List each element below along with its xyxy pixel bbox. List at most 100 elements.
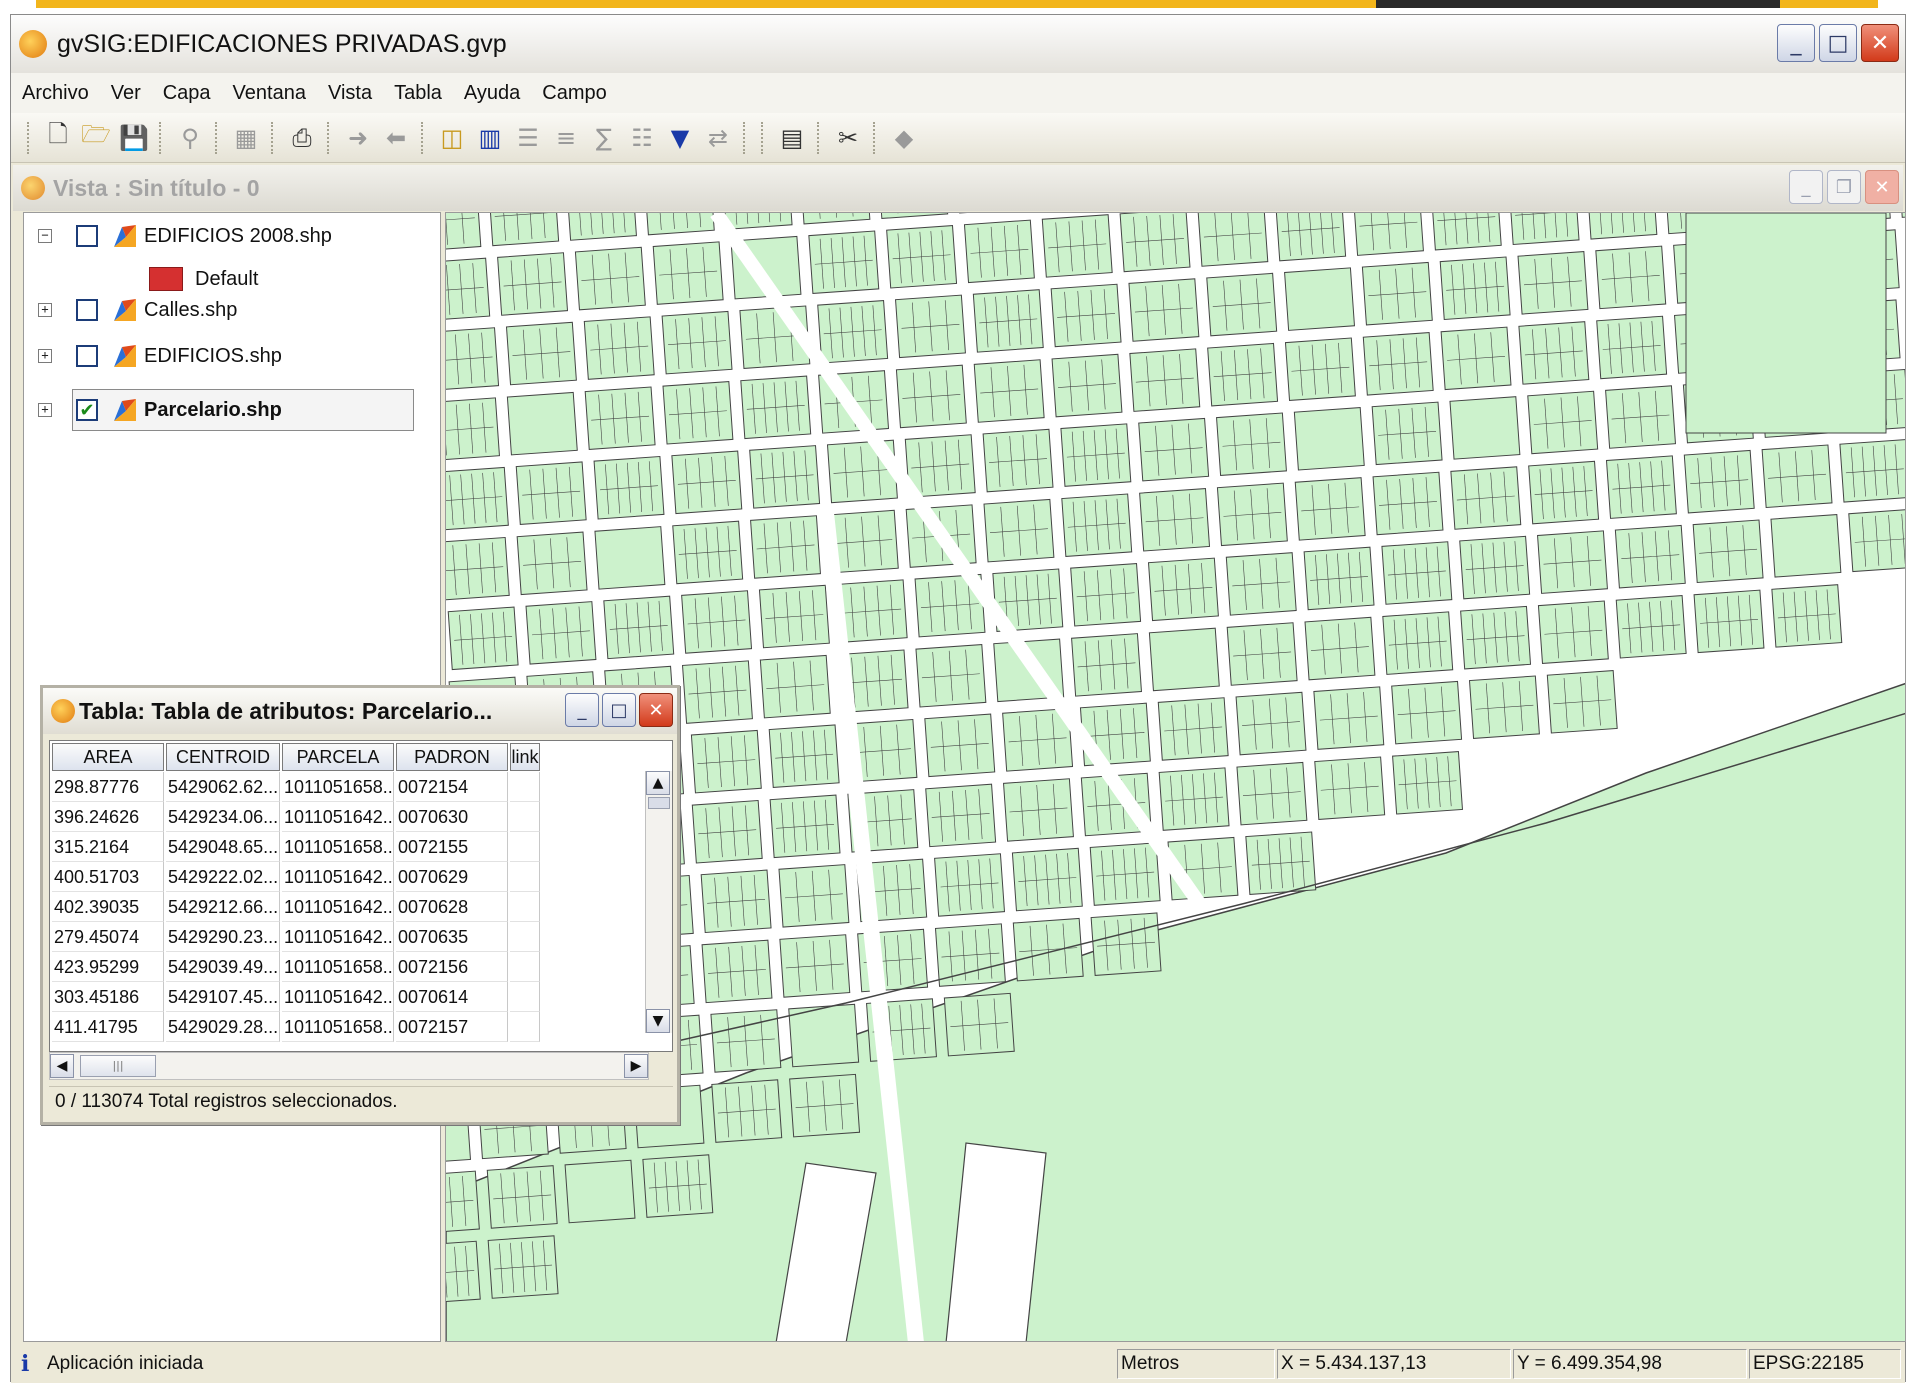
layer-checkbox-checked[interactable]: ✔ bbox=[76, 399, 98, 421]
table-icon[interactable]: ▦ bbox=[230, 121, 262, 155]
table-cell[interactable]: 5429212.66... bbox=[166, 892, 280, 922]
table-cell[interactable] bbox=[510, 772, 540, 802]
table-close-button[interactable]: ✕ bbox=[639, 693, 673, 727]
sum-icon[interactable]: ∑ bbox=[588, 121, 620, 155]
toc-layer-edificios-2008[interactable]: − EDIFICIOS 2008.shp bbox=[38, 223, 332, 249]
table-cell[interactable]: 0070614 bbox=[396, 982, 508, 1012]
table-cell[interactable]: 5429062.62... bbox=[166, 772, 280, 802]
vista-minimize-button[interactable]: _ bbox=[1789, 170, 1823, 204]
table-cell[interactable]: 0072155 bbox=[396, 832, 508, 862]
print-icon[interactable]: ⎙ bbox=[286, 121, 318, 155]
title-bar[interactable]: gvSIG:EDIFICACIONES PRIVADAS.gvp _ □ ✕ bbox=[11, 15, 1905, 73]
sort-asc-icon[interactable]: ☰ bbox=[512, 121, 544, 155]
scroll-up-button[interactable]: ▲ bbox=[646, 771, 670, 795]
table-cell[interactable]: 5429107.45... bbox=[166, 982, 280, 1012]
open-icon[interactable]: 🗁 bbox=[80, 120, 112, 155]
toc-layer-parcelario[interactable]: + ✔ Parcelario.shp bbox=[38, 397, 282, 423]
menu-ayuda[interactable]: Ayuda bbox=[453, 82, 531, 105]
vista-title-bar[interactable]: Vista : Sin título - 0 _ ❐ ✕ bbox=[13, 165, 1903, 211]
scroll-thumb[interactable] bbox=[648, 797, 670, 809]
table-cell[interactable]: 0072157 bbox=[396, 1012, 508, 1042]
table-cell[interactable]: 1011051658... bbox=[282, 772, 394, 802]
menu-capa[interactable]: Capa bbox=[152, 82, 222, 105]
table-cell[interactable]: 298.87776 bbox=[52, 772, 164, 802]
horizontal-scrollbar[interactable]: ◀ ||| ▶ bbox=[49, 1052, 649, 1080]
arrow-right-icon[interactable]: ➜ bbox=[342, 121, 374, 155]
expand-icon[interactable]: + bbox=[38, 349, 52, 363]
table-maximize-button[interactable]: □ bbox=[602, 693, 636, 727]
save-icon[interactable]: 💾 bbox=[118, 121, 150, 155]
vertical-scrollbar[interactable]: ▲ ▼ bbox=[645, 771, 672, 1033]
table-cell[interactable]: 5429222.02... bbox=[166, 862, 280, 892]
swap-icon[interactable]: ⇄ bbox=[702, 121, 734, 155]
table-cell[interactable] bbox=[510, 892, 540, 922]
close-button[interactable]: ✕ bbox=[1861, 24, 1899, 62]
table-cell[interactable]: 279.45074 bbox=[52, 922, 164, 952]
table-cell[interactable]: 0072154 bbox=[396, 772, 508, 802]
table-cell[interactable]: 423.95299 bbox=[52, 952, 164, 982]
select-icon[interactable]: ◫ bbox=[436, 121, 468, 155]
scroll-left-button[interactable]: ◀ bbox=[50, 1054, 74, 1078]
table-cell[interactable]: 5429234.06... bbox=[166, 802, 280, 832]
minimize-button[interactable]: _ bbox=[1777, 24, 1815, 62]
eraser-icon[interactable]: ◆ bbox=[888, 121, 920, 155]
table-cell[interactable]: 5429029.28... bbox=[166, 1012, 280, 1042]
attribute-grid[interactable]: ▲ ▼ AREA CENTROID PARCELA PADRON link 298.877… bbox=[49, 740, 673, 1052]
column-header[interactable]: link bbox=[510, 743, 540, 771]
table-cell[interactable]: 396.24626 bbox=[52, 802, 164, 832]
menu-vista[interactable]: Vista bbox=[317, 82, 383, 105]
table-cell[interactable]: 1011051642... bbox=[282, 862, 394, 892]
table-columns-icon[interactable]: ▥ bbox=[474, 121, 506, 155]
scroll-right-button[interactable]: ▶ bbox=[624, 1054, 648, 1078]
table-cell[interactable]: 303.45186 bbox=[52, 982, 164, 1012]
attribute-table-title-bar[interactable]: Tabla: Tabla de atributos: Parcelario...… bbox=[43, 688, 677, 734]
table-cell[interactable]: 411.41795 bbox=[52, 1012, 164, 1042]
table-cell[interactable] bbox=[510, 802, 540, 832]
menu-tabla[interactable]: Tabla bbox=[383, 82, 453, 105]
toc-layer-edificios[interactable]: + EDIFICIOS.shp bbox=[38, 343, 282, 369]
table-cell[interactable]: 1011051658... bbox=[282, 832, 394, 862]
collapse-icon[interactable]: − bbox=[38, 229, 52, 243]
table-cell[interactable]: 1011051642... bbox=[282, 922, 394, 952]
table-cell[interactable]: 0070635 bbox=[396, 922, 508, 952]
table-cell[interactable] bbox=[510, 952, 540, 982]
menu-ventana[interactable]: Ventana bbox=[222, 82, 317, 105]
arrow-left-icon[interactable]: ⬅ bbox=[380, 121, 412, 155]
table-cell[interactable]: 1011051642... bbox=[282, 892, 394, 922]
layer-checkbox[interactable] bbox=[76, 225, 98, 247]
table-cell[interactable]: 5429039.49... bbox=[166, 952, 280, 982]
table-cell[interactable] bbox=[510, 922, 540, 952]
list-icon[interactable]: ☷ bbox=[626, 121, 658, 155]
table-cell[interactable]: 1011051642... bbox=[282, 982, 394, 1012]
menu-archivo[interactable]: Archivo bbox=[11, 82, 100, 105]
table-cell[interactable]: 0070629 bbox=[396, 862, 508, 892]
table-cell[interactable] bbox=[510, 982, 540, 1012]
new-icon[interactable]: 🗋 bbox=[42, 120, 74, 155]
layer-checkbox[interactable] bbox=[76, 345, 98, 367]
table-cell[interactable] bbox=[510, 862, 540, 892]
menu-campo[interactable]: Campo bbox=[531, 82, 617, 105]
table-cell[interactable]: 0072156 bbox=[396, 952, 508, 982]
column-header[interactable]: AREA bbox=[52, 743, 164, 771]
zoom-select-icon[interactable]: ⚲ bbox=[174, 121, 206, 155]
table-cell[interactable]: 5429048.65... bbox=[166, 832, 280, 862]
menu-ver[interactable]: Ver bbox=[100, 82, 152, 105]
table-cell[interactable]: 0070628 bbox=[396, 892, 508, 922]
expand-icon[interactable]: + bbox=[38, 303, 52, 317]
vista-close-button[interactable]: ✕ bbox=[1865, 170, 1899, 204]
table-cell[interactable]: 5429290.23... bbox=[166, 922, 280, 952]
table-cell[interactable] bbox=[510, 832, 540, 862]
column-header[interactable]: PADRON bbox=[396, 743, 508, 771]
column-header[interactable]: CENTROID bbox=[166, 743, 280, 771]
attribute-table-window[interactable]: Tabla: Tabla de atributos: Parcelario...… bbox=[40, 685, 680, 1125]
filter-icon[interactable]: ▼ bbox=[664, 121, 696, 155]
table-cell[interactable]: 1011051642... bbox=[282, 802, 394, 832]
table-cell[interactable]: 400.51703 bbox=[52, 862, 164, 892]
column-header[interactable]: PARCELA bbox=[282, 743, 394, 771]
table-cell[interactable]: 402.39035 bbox=[52, 892, 164, 922]
tools-icon[interactable]: ✂ bbox=[832, 121, 864, 155]
maximize-button[interactable]: □ bbox=[1819, 24, 1857, 62]
map-frame-icon[interactable]: ▤ bbox=[776, 121, 808, 155]
table-cell[interactable] bbox=[510, 1012, 540, 1042]
table-cell[interactable]: 315.2164 bbox=[52, 832, 164, 862]
